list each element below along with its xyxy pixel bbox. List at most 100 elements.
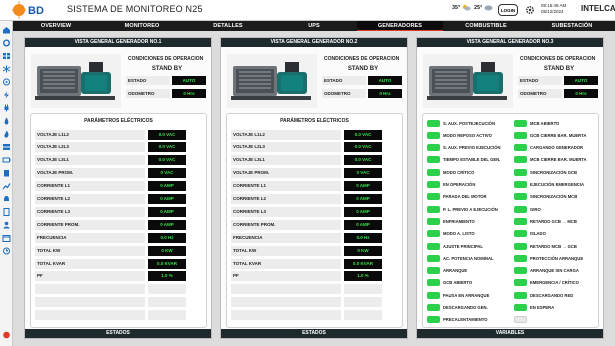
drop-icon[interactable] [2,117,11,125]
empty-value [148,284,186,295]
tab-monitoreo[interactable]: MONITOREO [99,21,185,31]
panel-footer-button[interactable]: ESTADOS [221,329,407,338]
brand-label: INTELCA [581,4,615,13]
snowflake-icon[interactable] [2,65,11,73]
parameter-value: 0 AMP [344,219,382,230]
parameter-row: CORRIENTE L2 0 AMP [35,194,204,205]
settings-icon[interactable] [2,39,11,47]
variable-label: AJUSTE PRINCIPAL [443,243,483,249]
building-icon[interactable] [2,169,11,177]
tab-detalles[interactable]: DETALLES [185,21,271,31]
clock-date: 05/12/2024 [541,9,564,14]
clock-icon[interactable] [2,247,11,255]
empty-value [148,310,186,321]
lightning-icon[interactable] [2,91,11,99]
grid-icon[interactable] [2,52,11,60]
status-led [427,193,440,201]
variable-label: SINCRONIZACIÓN MCB [530,194,578,200]
tab-subestacion[interactable]: SUBESTACIÓN [529,21,615,31]
status-led [514,254,527,262]
parameters-title: PARÁMETROS ELÉCTRICOS [84,118,153,124]
tab-overview[interactable]: OVERVIEW [13,21,99,31]
logout-icon[interactable] [2,331,11,339]
parameter-label: CORRIENTE L1 [35,181,145,192]
empty-parameter-row [35,310,204,321]
document-icon[interactable] [2,208,11,216]
variable-row: GCB ABIERTO [427,278,510,288]
variable-row: MODO CRÍTICO [427,167,510,177]
status-led [514,316,527,324]
power-plug-icon[interactable] [2,104,11,112]
variable-row: MCB ABIERTO [514,118,597,128]
parameter-row: CORRIENTE PROM. 0 AMP [231,219,400,230]
parameter-value: 0.0 VAC [148,129,186,140]
status-led [427,291,440,299]
gear-icon[interactable] [525,5,535,15]
alarm-bell-icon[interactable] [2,195,11,203]
estado-label: ESTADO [518,75,562,85]
estado-value: AUTO [172,75,206,85]
fire-icon[interactable] [2,130,11,138]
empty-label [35,284,145,295]
status-led [514,279,527,287]
parameter-value: 0 KW [148,245,186,256]
empty-label [231,310,341,321]
variable-label: RETARDO MCB → GCB [530,243,577,249]
generator-image [227,54,317,108]
weather-readout-1: 35° [452,4,472,11]
tab-ups[interactable]: UPS [271,21,357,31]
estado-row: ESTADO AUTO [518,75,600,85]
variable-row: EN ESPERA [514,303,597,313]
estado-row: ESTADO AUTO [126,75,208,85]
battery-icon[interactable] [2,156,11,164]
parameter-label: CORRIENTE L1 [231,181,341,192]
status-led [427,304,440,311]
fan-icon[interactable] [2,78,11,86]
panel-footer-button[interactable]: ESTADOS [25,329,211,338]
parameter-label: VOLTAJE L3L1 [231,155,341,166]
variable-label: AC. POTENCIA NOMINAL [443,255,494,261]
estado-value: AUTO [564,75,598,85]
tab-combustible[interactable]: COMBUSTIBLE [443,21,529,31]
parameter-row: VOLTAJE PROM. 0 VAC [35,168,204,179]
parameter-row: CORRIENTE L1 0 AMP [231,181,400,192]
variable-row: TIEMPO ESTABLE DEL GEN. [427,155,510,165]
variable-label: CARGANDO GENERADOR [530,145,584,151]
calendar-icon[interactable] [2,234,11,242]
svg-text:BD: BD [28,5,44,17]
parameter-row: PF 1.0 % [231,271,400,282]
status-led [514,230,527,238]
chart-icon[interactable] [2,182,11,190]
user-icon[interactable] [2,221,11,229]
company-logo: BD [12,1,44,19]
tab-generadores[interactable]: GENERADORES [357,21,443,31]
generator-image [31,54,121,108]
parameter-value: 0.0 KVAR [148,258,186,269]
variable-row: DESCARGANDO RED [514,290,597,300]
empty-value [344,297,382,308]
variable-label: EN OPERACIÓN [443,182,476,187]
parameter-label: CORRIENTE PROM. [231,219,341,230]
parameter-row: CORRIENTE L2 0 AMP [231,194,400,205]
parameter-value: 0.0 Hz [344,232,382,243]
parameter-label: FRECUENCIA [35,232,145,243]
status-led [514,156,527,164]
server-icon[interactable] [2,143,11,151]
login-button[interactable]: LOGIN [498,4,518,16]
variable-label: MODO CRÍTICO [443,169,475,175]
variable-label: DESCARGANDO RED [530,292,574,298]
operating-conditions: CONDICIONES DE OPERACION STAND BY ESTADO… [518,54,600,98]
status-led [427,316,440,324]
variable-label: EMERGENCIA / CRÍTICO [530,280,579,286]
empty-value [148,297,186,308]
parameter-value: 0 AMP [344,194,382,204]
parameter-row: FRECUENCIA 0.0 Hz [231,232,400,243]
parameter-label: TOTAL KW [35,245,145,256]
panel-footer-button[interactable]: VARIABLES [417,329,603,338]
variable-label: MODO A. LISTO [443,231,475,237]
status-led [514,242,527,250]
home-icon[interactable] [2,26,11,34]
clock: 09:15:49 AM 05/12/2024 [541,3,566,15]
odometro-row: ODOMETRO 0 Hrs [518,88,600,98]
parameter-value: 0.0 VAC [344,129,382,140]
